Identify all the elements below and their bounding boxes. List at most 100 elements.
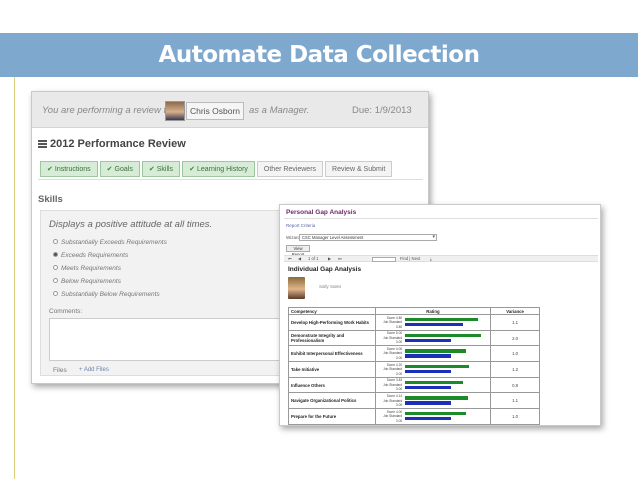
job-standard-bar bbox=[405, 369, 451, 374]
table-row: Influence Others Score 3.83 Job Standard 3… bbox=[288, 376, 540, 394]
rating-option-label: Exceeds Requirements bbox=[61, 252, 129, 259]
comments-label: Comments: bbox=[49, 308, 83, 315]
job-standard-label-text: Job Standard bbox=[383, 414, 403, 419]
score-bar bbox=[405, 333, 482, 338]
tab-label: Instructions bbox=[54, 166, 91, 173]
competency-name: Demonstrate Integrity and Professionalis… bbox=[288, 329, 376, 347]
slide-title: Automate Data Collection bbox=[158, 42, 480, 68]
job-standard-label-text: Job Standard bbox=[383, 382, 403, 387]
rating-bars bbox=[404, 314, 492, 331]
score-label-text: Score bbox=[386, 331, 396, 336]
radio-icon bbox=[53, 265, 58, 270]
job-standard-label-text: Job Standard bbox=[383, 351, 403, 356]
column-header-rating: Rating bbox=[374, 307, 492, 315]
review-header-bar: You are performing a review for Chris Os… bbox=[32, 92, 428, 128]
rating-labels: Score 4.00 Job Standard 3.00 bbox=[374, 408, 405, 425]
variance-value: 2.0 bbox=[490, 329, 540, 347]
rating-bars bbox=[404, 329, 492, 347]
radio-icon bbox=[53, 239, 58, 244]
report-toolbar: ⏮ ◀ 1 of 1 ▶ ⏭ Find | Next ⤓ bbox=[284, 255, 598, 262]
gap-table-body: Develop High-Performing Work Habits Score… bbox=[288, 314, 540, 425]
competency-name: Influence Others bbox=[288, 376, 376, 394]
reviewee-name[interactable]: Chris Osborn bbox=[186, 102, 244, 120]
job-standard-label: Job Standard 3.00 bbox=[378, 399, 402, 408]
score-bar bbox=[405, 411, 466, 416]
tab-review-submit[interactable]: Review & Submit bbox=[325, 161, 393, 177]
check-icon: ✔ bbox=[47, 166, 53, 173]
variance-value: 1.1 bbox=[490, 392, 540, 410]
find-next-links[interactable]: Find | Next bbox=[400, 256, 420, 262]
score-bar bbox=[405, 364, 469, 369]
radio-icon bbox=[53, 278, 58, 283]
rating-option-label: Substantially Below Requirements bbox=[61, 291, 160, 298]
job-standard-value: 3.00 bbox=[395, 403, 403, 408]
score-label-text: Score bbox=[386, 315, 396, 320]
column-header-variance: Variance bbox=[490, 307, 540, 315]
tab-label: Goals bbox=[114, 166, 133, 173]
table-row: Navigate Organizational Politics Score 4.… bbox=[288, 392, 540, 410]
assessment-select[interactable]: CSC Manager Level Assessment bbox=[299, 234, 437, 241]
tab-instructions[interactable]: ✔ Instructions bbox=[40, 161, 98, 177]
job-standard-bar bbox=[405, 338, 451, 343]
competency-name: Navigate Organizational Politics bbox=[288, 392, 376, 410]
first-page-icon[interactable]: ⏮ bbox=[288, 256, 292, 262]
column-header-competency: Competency bbox=[288, 307, 376, 315]
tab-skills[interactable]: ✔ Skills bbox=[141, 161, 181, 177]
job-standard-label: Job Standard 3.00 bbox=[378, 414, 402, 423]
rating-option[interactable]: Exceeds Requirements bbox=[53, 252, 128, 259]
job-standard-value: 3.00 bbox=[395, 387, 403, 392]
rating-option[interactable]: Meets Requirements bbox=[53, 265, 121, 272]
job-standard-label: Job Standard 3.00 bbox=[378, 336, 402, 345]
employee-photo bbox=[288, 277, 305, 299]
job-standard-value: 3.00 bbox=[395, 340, 403, 345]
score-bar bbox=[405, 349, 466, 353]
job-standard-value: 3.00 bbox=[395, 355, 403, 360]
tab-other-reviewers[interactable]: Other Reviewers bbox=[256, 161, 324, 177]
job-standard-label: Job Standard 3.00 bbox=[378, 383, 402, 392]
score-bar bbox=[405, 317, 479, 322]
review-for-text: You are performing a review for bbox=[42, 105, 175, 116]
check-icon: ✔ bbox=[189, 166, 195, 173]
score-value: 4.00 bbox=[395, 409, 403, 414]
rating-option[interactable]: Below Requirements bbox=[53, 278, 121, 285]
view-report-button[interactable]: View Report bbox=[286, 245, 310, 257]
rating-option[interactable]: Substantially Exceeds Requirements bbox=[53, 239, 167, 246]
job-standard-bar bbox=[405, 322, 463, 327]
last-page-icon[interactable]: ⏭ bbox=[338, 256, 342, 262]
rating-option[interactable]: Substantially Below Requirements bbox=[53, 291, 160, 298]
variance-value: 0.8 bbox=[490, 376, 540, 394]
job-standard-bar bbox=[405, 354, 451, 358]
job-standard-value: 3.00 bbox=[395, 371, 403, 376]
rating-bars bbox=[404, 392, 492, 410]
page-title: 2012 Performance Review bbox=[38, 138, 186, 150]
next-page-icon[interactable]: ▶ bbox=[328, 256, 331, 262]
score-value: 4.20 bbox=[395, 362, 403, 367]
job-standard-value: 3.00 bbox=[395, 418, 403, 423]
rating-labels: Score 3.83 Job Standard 3.00 bbox=[374, 376, 405, 394]
tab-learning-history[interactable]: ✔ Learning History bbox=[182, 161, 255, 177]
score-value: 4.14 bbox=[395, 394, 403, 399]
export-icon[interactable]: ⤓ bbox=[430, 256, 432, 262]
rating-bars bbox=[404, 376, 492, 394]
filter-label: Wizard bbox=[286, 235, 301, 240]
rating-bars bbox=[404, 345, 492, 363]
job-standard-label-text: Job Standard bbox=[383, 367, 403, 372]
radio-selected-icon bbox=[53, 252, 58, 257]
due-date: Due: 1/9/2013 bbox=[352, 105, 412, 116]
score-value: 4.00 bbox=[395, 346, 403, 351]
prev-page-icon[interactable]: ◀ bbox=[298, 256, 301, 262]
score-label-text: Score bbox=[386, 346, 396, 351]
add-files-link[interactable]: + Add Files bbox=[79, 367, 109, 373]
gap-analysis-window: Personal Gap Analysis Report Criteria Wi… bbox=[279, 204, 601, 426]
section-label: Skills bbox=[38, 194, 63, 205]
competency-name: Prepare for the Future bbox=[288, 408, 376, 425]
reviewer-role-text: as a Manager. bbox=[249, 105, 310, 116]
tab-goals[interactable]: ✔ Goals bbox=[99, 161, 140, 177]
rating-labels: Score 4.80 Job Standard 3.80 bbox=[374, 314, 405, 331]
variance-value: 1.0 bbox=[490, 345, 540, 363]
score-label-text: Score bbox=[386, 378, 396, 383]
find-input[interactable] bbox=[372, 257, 396, 262]
rating-bars bbox=[404, 408, 492, 425]
job-standard-label: Job Standard 3.00 bbox=[378, 367, 402, 376]
report-criteria-link[interactable]: Report Criteria bbox=[286, 223, 315, 228]
